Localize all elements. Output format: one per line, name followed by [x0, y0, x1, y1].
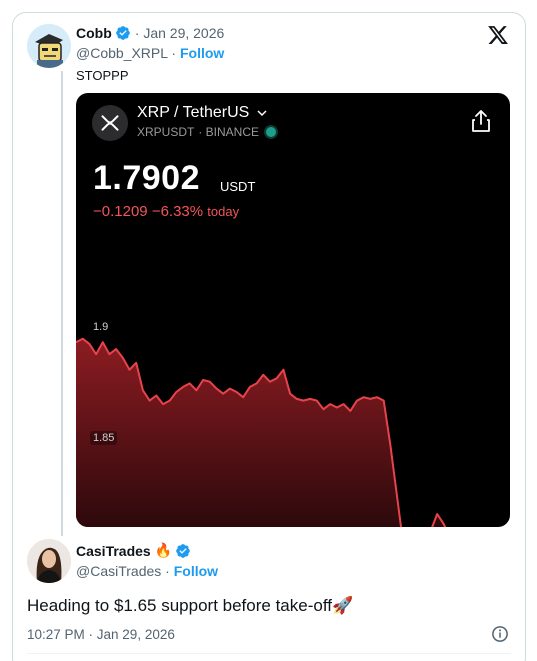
y-tick-label: 1.85 [90, 431, 118, 445]
dot-separator: · [171, 45, 177, 61]
quoted-author-row: Cobb · Jan 29, 2026 [76, 25, 224, 41]
price-area-fill [76, 338, 464, 527]
share-icon[interactable] [470, 109, 492, 133]
quoted-post-date[interactable]: · Jan 29, 2026 [135, 25, 225, 41]
reply-author-row: CasiTrades 🔥 [76, 542, 191, 559]
price-change: −0.1209 −6.33% today [93, 203, 239, 220]
market-open-indicator [266, 127, 277, 137]
fire-emoji: 🔥 [154, 542, 173, 558]
price-unit: USDT [220, 179, 256, 194]
quoted-handle[interactable]: @Cobb_XRPL [76, 45, 168, 61]
reply-handle-row: @CasiTrades · Follow [76, 563, 218, 579]
verified-badge-icon [115, 25, 131, 41]
quoted-author-name[interactable]: Cobb [76, 25, 112, 41]
cobb-avatar[interactable] [27, 24, 71, 68]
divider [27, 653, 511, 654]
follow-button[interactable]: Follow [180, 45, 224, 61]
info-icon[interactable] [491, 625, 509, 643]
verified-badge-icon [175, 543, 191, 559]
casitrades-avatar[interactable] [27, 539, 71, 583]
xrp-coin-icon [92, 105, 128, 141]
thread-connector-line [61, 71, 63, 536]
exchange: · BINANCE [198, 125, 260, 139]
quoted-post-text: STOPPP [76, 68, 129, 83]
y-tick-label: 1.9 [90, 320, 112, 334]
post-timestamp[interactable]: 10:27 PM · Jan 29, 2026 [27, 627, 175, 642]
reply-author-name[interactable]: CasiTrades [76, 543, 151, 559]
change-period: today [207, 204, 240, 219]
reply-handle[interactable]: @CasiTrades [76, 563, 161, 579]
pair-subtitle: XRPUSDT · BINANCE [137, 125, 277, 139]
reply-post-text: Heading to $1.65 support before take-off… [27, 596, 354, 615]
change-absolute: −0.1209 [93, 203, 148, 220]
dot-separator: · [165, 563, 170, 579]
change-percent: −6.33% [151, 203, 204, 220]
chevron-down-icon [254, 104, 267, 121]
last-price: 1.7902 [93, 159, 200, 197]
symbol: XRPUSDT [137, 125, 195, 139]
x-logo-icon[interactable] [487, 24, 509, 46]
embedded-tweet-card: Cobb · Jan 29, 2026 @Cobb_XRPL · Follow … [12, 12, 526, 661]
chart-screenshot-media[interactable]: XRP / TetherUS XRPUSDT · BINANCE 1.7902 … [76, 93, 510, 527]
quoted-handle-row: @Cobb_XRPL · Follow [76, 45, 224, 61]
pair-name: XRP / TetherUS [137, 104, 250, 121]
follow-button[interactable]: Follow [174, 563, 218, 579]
pair-title[interactable]: XRP / TetherUS [137, 104, 267, 122]
